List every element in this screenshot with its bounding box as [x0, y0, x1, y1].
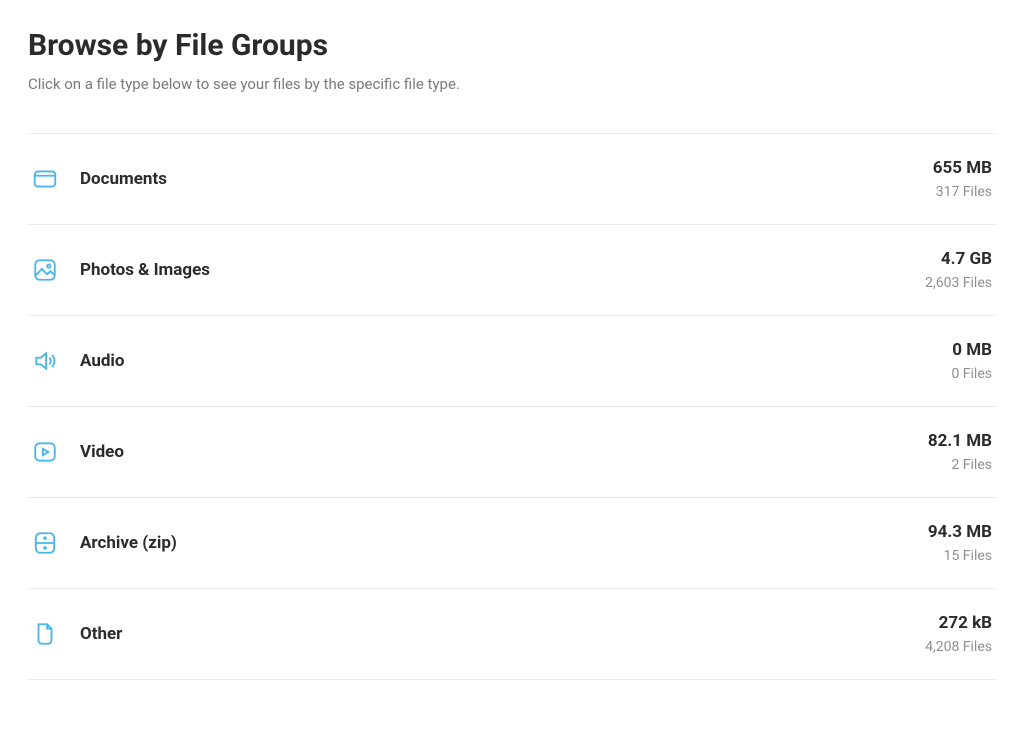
row-right: 82.1 MB 2 Files	[928, 431, 992, 473]
row-right: 4.7 GB 2,603 Files	[925, 249, 992, 291]
file-group-label: Video	[80, 442, 124, 462]
file-group-label: Archive (zip)	[80, 533, 177, 553]
row-right: 272 kB 4,208 Files	[925, 613, 992, 655]
row-left: Documents	[32, 166, 167, 192]
file-group-list: Documents 655 MB 317 Files Photos & Imag…	[28, 133, 996, 680]
video-icon	[32, 439, 58, 465]
file-group-count: 15 Files	[928, 548, 992, 564]
row-left: Audio	[32, 348, 125, 374]
file-group-label: Photos & Images	[80, 260, 210, 280]
image-icon	[32, 257, 58, 283]
file-group-count: 317 Files	[933, 184, 992, 200]
row-left: Archive (zip)	[32, 530, 177, 556]
folder-icon	[32, 166, 58, 192]
file-group-size: 4.7 GB	[925, 249, 992, 269]
file-group-size: 94.3 MB	[928, 522, 992, 542]
file-group-documents[interactable]: Documents 655 MB 317 Files	[28, 134, 996, 225]
row-left: Photos & Images	[32, 257, 210, 283]
file-group-photos[interactable]: Photos & Images 4.7 GB 2,603 Files	[28, 225, 996, 316]
file-icon	[32, 621, 58, 647]
file-group-archive[interactable]: Archive (zip) 94.3 MB 15 Files	[28, 498, 996, 589]
file-group-audio[interactable]: Audio 0 MB 0 Files	[28, 316, 996, 407]
row-left: Other	[32, 621, 122, 647]
row-right: 655 MB 317 Files	[933, 158, 992, 200]
row-left: Video	[32, 439, 124, 465]
file-group-video[interactable]: Video 82.1 MB 2 Files	[28, 407, 996, 498]
file-group-count: 0 Files	[951, 366, 992, 382]
file-group-size: 272 kB	[925, 613, 992, 633]
file-group-count: 2 Files	[928, 457, 992, 473]
row-right: 0 MB 0 Files	[951, 340, 992, 382]
archive-icon	[32, 530, 58, 556]
file-group-size: 0 MB	[951, 340, 992, 360]
file-group-other[interactable]: Other 272 kB 4,208 Files	[28, 589, 996, 680]
page-subtitle: Click on a file type below to see your f…	[28, 75, 996, 93]
file-group-label: Audio	[80, 351, 125, 371]
row-right: 94.3 MB 15 Files	[928, 522, 992, 564]
file-group-label: Other	[80, 624, 122, 644]
file-group-count: 4,208 Files	[925, 639, 992, 655]
file-group-size: 655 MB	[933, 158, 992, 178]
file-group-label: Documents	[80, 169, 167, 189]
file-group-count: 2,603 Files	[925, 275, 992, 291]
page-title: Browse by File Groups	[28, 28, 996, 63]
audio-icon	[32, 348, 58, 374]
file-group-size: 82.1 MB	[928, 431, 992, 451]
